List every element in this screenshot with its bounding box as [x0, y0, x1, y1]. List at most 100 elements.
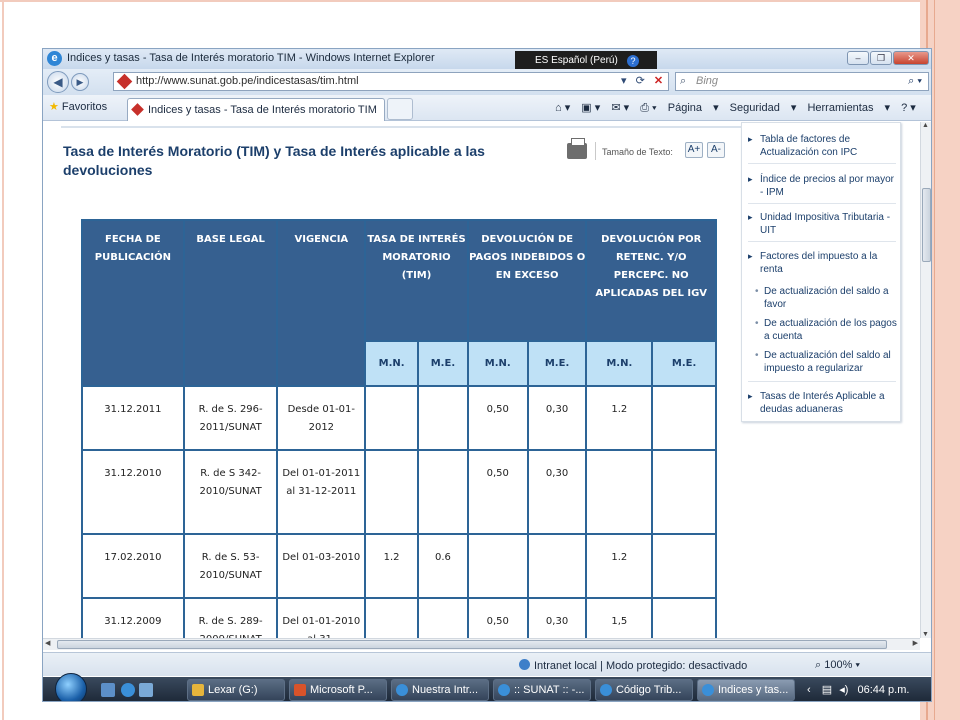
- font-decrease-button[interactable]: A-: [707, 142, 725, 158]
- cell-base-legal: R. de S. 289-2009/SUNAT: [182, 597, 279, 638]
- window-controls: – ❐ ✕: [847, 51, 929, 65]
- sidebar-subitem-saldo-regularizar[interactable]: • De actualización del saldo al impuesto …: [755, 349, 898, 375]
- cell-tim-mn: 1.2: [364, 533, 420, 599]
- minimize-button[interactable]: –: [847, 51, 869, 65]
- taskbar-button-codigo[interactable]: Código Trib...: [595, 679, 693, 701]
- powerpoint-icon: [294, 684, 306, 696]
- close-button[interactable]: ✕: [893, 51, 929, 65]
- tray-expand-icon[interactable]: ‹: [807, 684, 811, 696]
- taskbar-button-indices[interactable]: Indices y tas...: [697, 679, 795, 701]
- network-icon[interactable]: ▤: [822, 684, 832, 696]
- sidebar-divider: [748, 381, 896, 382]
- cell-tim-me: 0.6: [417, 533, 469, 599]
- taskbar-button-powerpoint[interactable]: Microsoft P...: [289, 679, 387, 701]
- taskbar-button-sunat[interactable]: :: SUNAT :: -...: [493, 679, 591, 701]
- home-icon[interactable]: ⌂ ▾: [555, 102, 570, 114]
- restore-button[interactable]: ❐: [870, 51, 892, 65]
- language-bar[interactable]: ES Español (Perú) ?: [515, 51, 657, 71]
- back-button[interactable]: ◀: [47, 71, 69, 93]
- subheader-mn: M.N.: [364, 340, 420, 387]
- site-icon: [116, 73, 133, 90]
- status-bar: Intranet local | Modo protegido: desacti…: [43, 652, 931, 676]
- table-row: 31.12.2011 R. de S. 296-2011/SUNAT Desde…: [81, 385, 717, 451]
- taskbar-button-lexar[interactable]: Lexar (G:): [187, 679, 285, 701]
- zoom-control[interactable]: ⌕ 100% ▾: [815, 659, 860, 672]
- tim-table: FECHA DE PUBLICACIÓN BASE LEGAL VIGENCIA…: [81, 218, 717, 638]
- cell-pagos-mn: [466, 533, 529, 599]
- cell-base-legal: R. de S. 53-2010/SUNAT: [182, 533, 279, 599]
- header-fecha: FECHA DE PUBLICACIÓN: [81, 219, 185, 387]
- sidebar-item-uit[interactable]: ▸ Unidad Impositiva Tributaria - UIT: [748, 211, 898, 237]
- forward-button[interactable]: ▶: [71, 73, 89, 91]
- menu-page[interactable]: Página ▾: [668, 102, 719, 114]
- switch-windows-icon[interactable]: [139, 683, 153, 697]
- arrow-right-icon: ▸: [748, 174, 753, 184]
- menu-security[interactable]: Seguridad ▾: [730, 102, 797, 114]
- text-size-label: Tamaño de Texto:: [602, 147, 673, 157]
- print-icon[interactable]: ⎙ ▾: [640, 102, 656, 114]
- cell-vigencia: Del 01-03-2010: [276, 533, 367, 599]
- header-vigencia: VIGENCIA: [276, 219, 367, 387]
- horizontal-scrollbar[interactable]: ◀ ▶: [43, 638, 920, 650]
- scroll-thumb[interactable]: [922, 188, 931, 262]
- cell-tim-me: [417, 597, 469, 638]
- new-tab-button[interactable]: [387, 98, 413, 120]
- search-input[interactable]: ⌕ Bing ⌕ ▾: [675, 72, 929, 91]
- ie-icon: [498, 684, 510, 696]
- sidebar-item-ipc[interactable]: ▸ Tabla de factores de Actualización con …: [748, 133, 898, 159]
- sidebar-item-tasas-aduaneras[interactable]: ▸ Tasas de Interés Aplicable a deudas adu…: [748, 390, 898, 416]
- sidebar-subitem-saldo-favor[interactable]: • De actualización del saldo a favor: [755, 285, 898, 311]
- cell-tim-mn: [364, 597, 420, 638]
- cell-reten-mn: 1,5: [585, 597, 654, 638]
- dropdown-icon[interactable]: ▾: [621, 75, 627, 87]
- cell-tim-mn: [364, 385, 420, 451]
- printer-icon[interactable]: [567, 138, 587, 159]
- sidebar-subitem-pagos-cuenta[interactable]: • De actualización de los pagos a cuenta: [755, 317, 898, 343]
- scroll-up-icon[interactable]: ▲: [922, 122, 929, 129]
- volume-icon[interactable]: ◂): [839, 684, 848, 696]
- arrow-right-icon: ▸: [748, 251, 753, 261]
- start-button[interactable]: [55, 673, 87, 701]
- ie-icon: [396, 684, 408, 696]
- cell-base-legal: R. de S. 296-2011/SUNAT: [182, 385, 279, 451]
- command-bar: ⌂ ▾ ▣ ▾ ✉ ▾ ⎙ ▾ Página ▾ Seguridad ▾ Her…: [555, 101, 924, 115]
- scroll-right-icon[interactable]: ▶: [913, 639, 918, 647]
- header-devolucion-retenciones: DEVOLUCIÓN POR RETENC. Y/O PERCEPC. NO A…: [585, 218, 717, 343]
- arrow-right-icon: ▸: [748, 212, 753, 222]
- scroll-left-icon[interactable]: ◀: [45, 639, 50, 647]
- header-devolucion-pagos: DEVOLUCIÓN DE PAGOS INDEBIDOS O EN EXCES…: [466, 218, 588, 343]
- side-menu: ▸ Tabla de factores de Actualización con …: [741, 122, 901, 422]
- cell-reten-me: [651, 449, 717, 535]
- ie-icon: [600, 684, 612, 696]
- cell-reten-mn: [585, 449, 654, 535]
- cell-pagos-mn: 0,50: [466, 385, 529, 451]
- feeds-icon[interactable]: ▣ ▾: [581, 102, 600, 114]
- clock[interactable]: 06:44 p.m.: [857, 684, 909, 696]
- address-bar[interactable]: http://www.sunat.gob.pe/indicestasas/tim…: [113, 72, 669, 91]
- refresh-icon[interactable]: ⟳: [636, 75, 645, 87]
- search-button-icon[interactable]: ⌕ ▾: [908, 73, 922, 90]
- cell-pagos-mn: 0,50: [466, 597, 529, 638]
- font-increase-button[interactable]: A+: [685, 142, 703, 158]
- favorites-button[interactable]: ★ Favoritos: [49, 100, 107, 113]
- menu-tools[interactable]: Herramientas ▾: [807, 102, 890, 114]
- taskbar-button-nuestra[interactable]: Nuestra Intr...: [391, 679, 489, 701]
- show-desktop-icon[interactable]: [101, 683, 115, 697]
- help-icon[interactable]: ?: [627, 55, 639, 67]
- stop-icon[interactable]: ✕: [654, 75, 663, 87]
- mail-icon[interactable]: ✉ ▾: [611, 102, 629, 114]
- system-tray: ‹ ▤ ◂) 06:44 p.m.: [807, 683, 909, 696]
- ie-icon: e: [47, 51, 62, 66]
- folder-icon: [192, 684, 204, 696]
- scroll-down-icon[interactable]: ▼: [922, 631, 929, 638]
- header-base-legal: BASE LEGAL: [182, 219, 279, 387]
- security-zone[interactable]: Intranet local | Modo protegido: desacti…: [519, 659, 747, 672]
- cell-base-legal: R. de S 342-2010/SUNAT: [182, 449, 279, 535]
- sidebar-item-ipm[interactable]: ▸ Índice de precios al por mayor - IPM: [748, 173, 898, 199]
- browser-tab[interactable]: Indices y tasas - Tasa de Interés morato…: [127, 98, 385, 121]
- help-menu-icon[interactable]: ? ▾: [901, 102, 916, 114]
- vertical-scrollbar[interactable]: ▲ ▼: [920, 122, 931, 638]
- ie-quicklaunch-icon[interactable]: [121, 683, 135, 697]
- sidebar-item-factores-renta[interactable]: ▸ Factores del impuesto a la renta: [748, 250, 898, 276]
- scroll-thumb-horizontal[interactable]: [57, 640, 887, 649]
